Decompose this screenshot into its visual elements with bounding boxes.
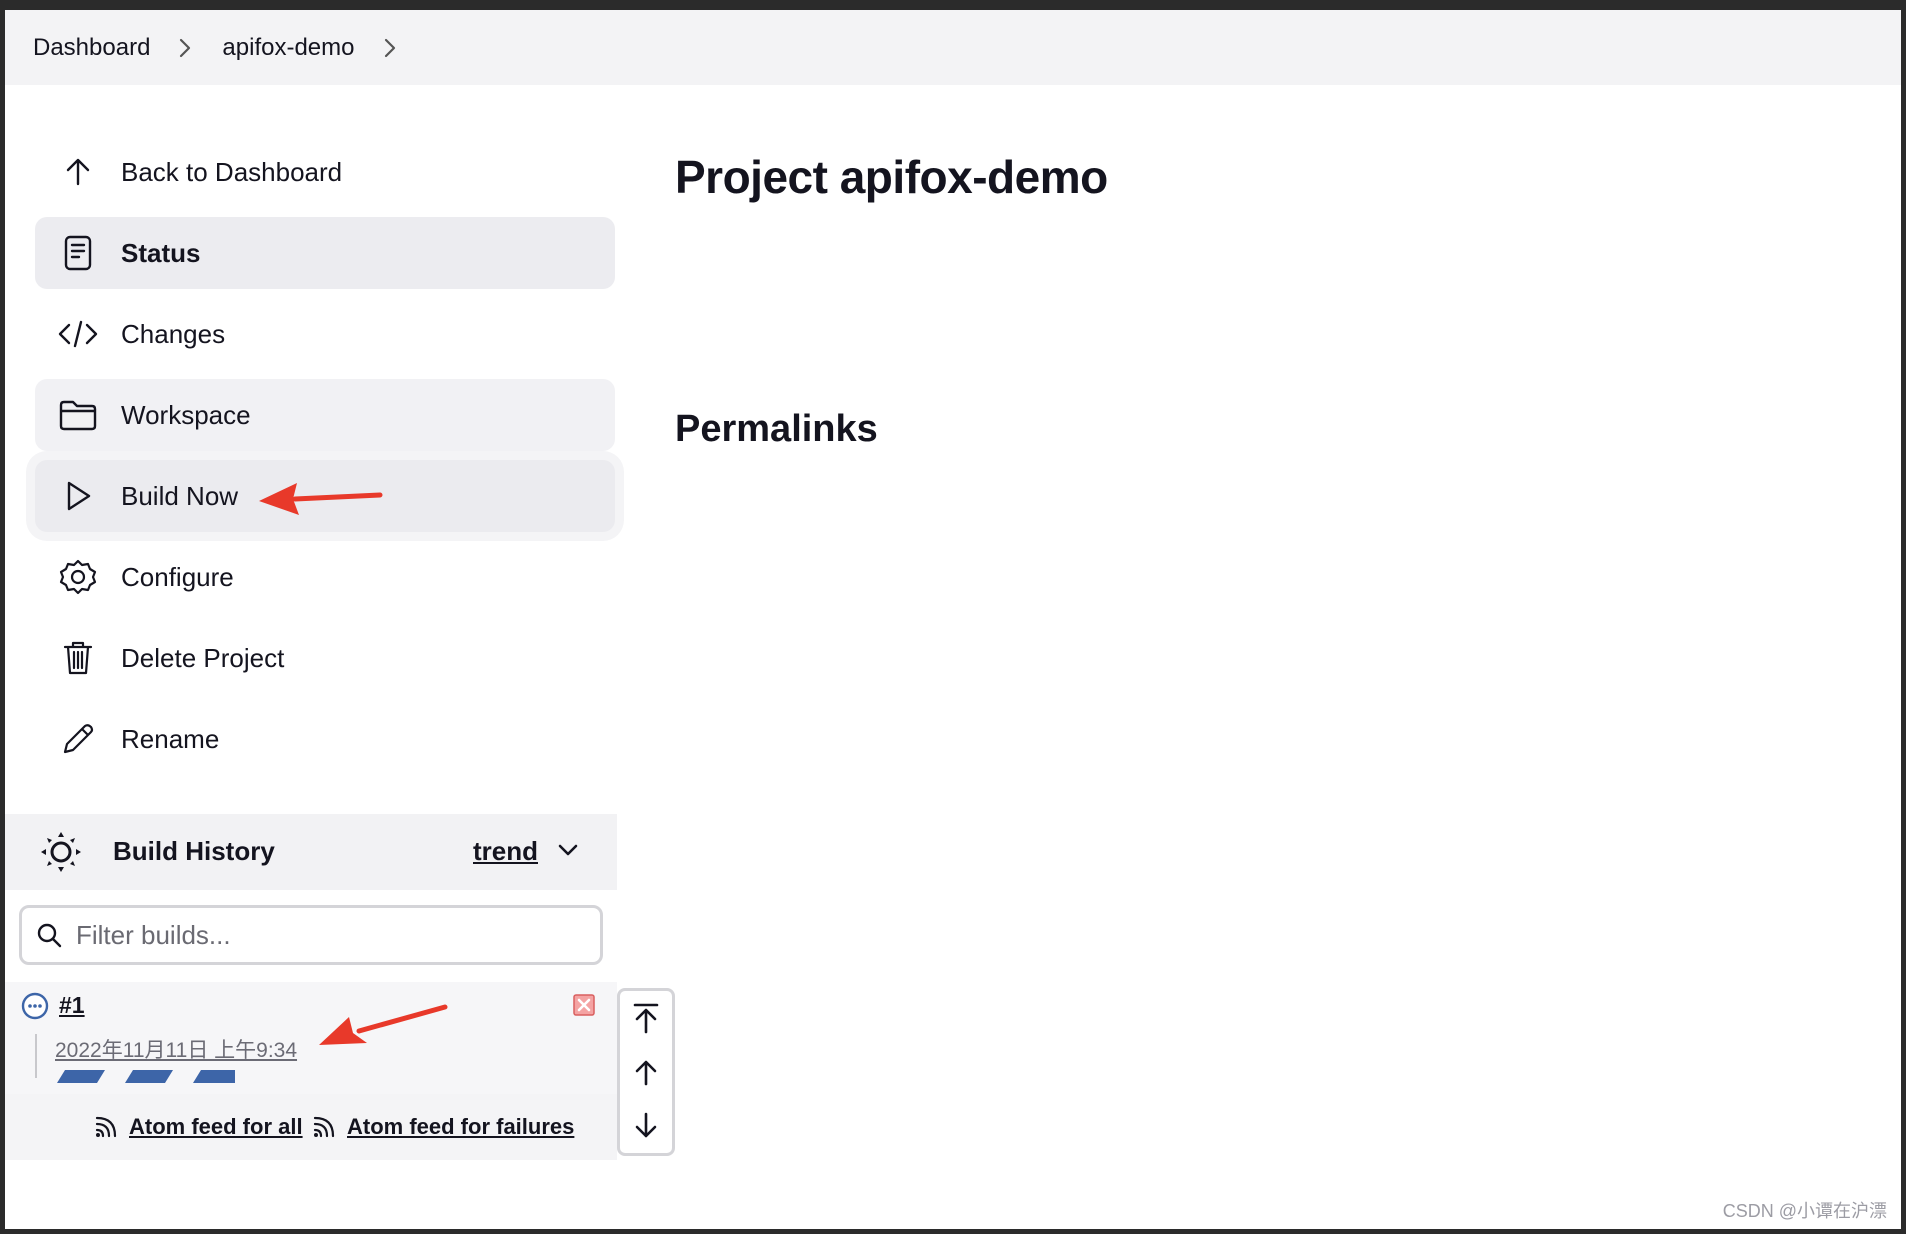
play-icon [55, 473, 101, 519]
scroll-up-button[interactable] [620, 1045, 672, 1099]
scroll-controls [617, 988, 675, 1156]
permalinks-heading: Permalinks [675, 408, 878, 450]
breadcrumb-dashboard[interactable]: Dashboard [33, 34, 150, 62]
atom-feeds: Atom feed for all Atom feed for failures [5, 1094, 617, 1160]
build-history-header: Build History trend [5, 814, 617, 890]
filter-builds-field[interactable] [19, 905, 603, 965]
chevron-right-icon[interactable] [383, 37, 397, 59]
build-history-title: Build History [113, 836, 275, 866]
sidebar-item-label: Delete Project [121, 642, 285, 673]
scroll-down-button[interactable] [620, 1099, 672, 1153]
gear-icon [55, 554, 101, 600]
atom-feed-all-link[interactable]: Atom feed for all [129, 1114, 303, 1140]
chevron-down-icon[interactable] [557, 842, 579, 863]
sidebar-item-rename[interactable]: Rename [35, 703, 615, 775]
filter-builds-input[interactable] [74, 918, 558, 952]
scroll-to-top-button[interactable] [620, 991, 672, 1045]
sidebar-item-label: Configure [121, 561, 234, 592]
pencil-icon [55, 716, 101, 762]
folder-icon [55, 392, 101, 438]
arrow-down-icon [635, 1112, 657, 1138]
build-row-divider [35, 1034, 37, 1078]
breadcrumb: Dashboard apifox-demo [5, 10, 1901, 85]
sun-icon [39, 830, 83, 879]
sidebar-item-status[interactable]: Status [35, 217, 615, 289]
build-date-link[interactable]: 2022年11月11日 上午9:34 [55, 1034, 297, 1064]
search-icon [36, 922, 62, 948]
atom-feed-failures-link[interactable]: Atom feed for failures [347, 1114, 574, 1140]
document-icon [55, 230, 101, 276]
chevron-right-icon[interactable] [178, 37, 192, 59]
build-progress-bar [57, 1070, 235, 1083]
breadcrumb-project[interactable]: apifox-demo [222, 34, 354, 62]
sidebar-item-label: Build Now [121, 480, 239, 511]
arrow-up-icon [635, 1060, 657, 1086]
sidebar-item-label: Back to Dashboard [121, 156, 343, 187]
sidebar-item-label: Rename [121, 723, 220, 754]
annotation-arrow [319, 1004, 448, 1045]
sidebar-item-back-to-dashboard[interactable]: Back to Dashboard [35, 136, 615, 208]
arrow-to-top-icon [633, 1003, 659, 1034]
sidebar-item-label: Changes [121, 318, 226, 349]
sidebar-item-changes[interactable]: Changes [35, 298, 615, 370]
watermark: CSDN @小谭在沪漂 [1722, 1201, 1887, 1221]
sidebar-item-label: Workspace [121, 399, 251, 430]
build-number-link[interactable]: #1 [59, 992, 85, 1019]
app-window: Dashboard apifox-demo Back to Dashboard … [0, 0, 1906, 1234]
trash-icon [55, 635, 101, 681]
trend-link[interactable]: trend [473, 836, 538, 867]
cancel-build-icon[interactable] [573, 994, 595, 1021]
sidebar-item-workspace[interactable]: Workspace [35, 379, 615, 451]
sidebar-item-configure[interactable]: Configure [35, 541, 615, 613]
rss-icon [311, 1114, 337, 1145]
build-row: #1 2022年11月11日 上午9:34 [5, 982, 617, 1094]
in-progress-icon [21, 992, 49, 1025]
sidebar-item-delete-project[interactable]: Delete Project [35, 622, 615, 694]
arrow-up-icon [55, 149, 101, 195]
rss-icon [93, 1114, 119, 1145]
sidebar-item-label: Status [121, 237, 201, 268]
code-icon [55, 311, 101, 357]
page-title: Project apifox-demo [675, 151, 1108, 203]
annotation-arrow [259, 483, 383, 515]
